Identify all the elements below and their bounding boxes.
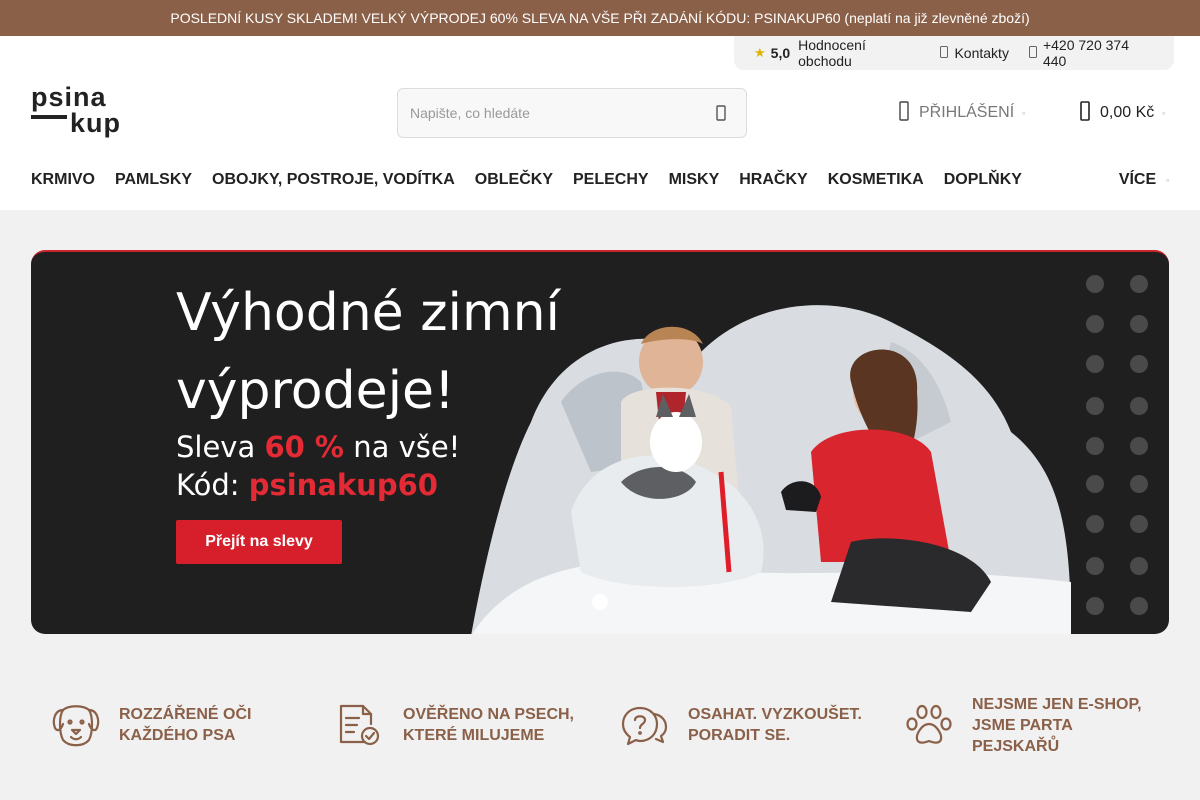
benefit-item: OVĚŘENO NA PSECH, KTERÉ MILUJEME (335, 690, 574, 760)
benefit-line: JSME PARTA (972, 716, 1073, 734)
shopping-bag-icon (1080, 100, 1090, 126)
phone-link[interactable]: +420 720 374 440 (1028, 37, 1154, 69)
benefit-line: KTERÉ MILUJEME (403, 727, 545, 744)
login-button[interactable]: PŘIHLÁŠENÍ ▫ (899, 98, 1025, 128)
benefit-text: NEJSME JEN E-SHOP, JSME PARTA PEJSKAŘŮ (972, 694, 1142, 757)
nav-item-pamlsky[interactable]: PAMLSKY (115, 171, 192, 189)
nav-item-krmivo[interactable]: KRMIVO (31, 171, 95, 189)
hero-code-line: Kód: psinakup60 (176, 466, 460, 504)
question-chat-icon (621, 706, 668, 746)
nav-item-misky[interactable]: MISKY (669, 171, 720, 189)
main-navigation: KRMIVO PAMLSKY OBOJKY, POSTROJE, VODÍTKA… (31, 164, 1169, 196)
nav-item-oblecky[interactable]: OBLEČKY (475, 171, 553, 189)
hero-banner[interactable]: Výhodné zimní výprodeje! Sleva 60 % na v… (31, 250, 1169, 634)
benefit-line: PEJSKAŘŮ (972, 737, 1060, 755)
site-header: ★ 5,0 Hodnocení obchodu Kontakty +420 72… (0, 36, 1200, 210)
chevron-down-icon: ▫ (1022, 108, 1025, 118)
search-box (397, 88, 747, 138)
phone-icon (1028, 45, 1037, 61)
chevron-down-icon: ▫ (1166, 175, 1169, 185)
hero-discount-line: Sleva 60 % na vše! (176, 428, 460, 466)
star-icon: ★ (754, 45, 766, 60)
discount-suffix: na vše! (343, 430, 461, 464)
chevron-down-icon: ▫ (1162, 108, 1166, 118)
hero-photo (471, 305, 1071, 634)
code-prefix: Kód: (176, 468, 249, 502)
contact-icon (940, 45, 949, 61)
nav-item-doplnky[interactable]: DOPLŇKY (944, 171, 1022, 189)
benefit-line: KAŽDÉHO PSA (119, 727, 236, 744)
cart-button[interactable]: 0,00 Kč ▫ (1080, 98, 1165, 128)
carousel-dot[interactable] (592, 594, 608, 610)
benefit-text: ROZZÁŘENÉ OČI KAŽDÉHO PSA (119, 704, 251, 746)
nav-more-label: VÍCE (1118, 171, 1157, 188)
benefit-line: OVĚŘENO NA PSECH, (403, 706, 574, 723)
discount-prefix: Sleva (176, 430, 265, 464)
benefit-line: ROZZÁŘENÉ OČI (119, 706, 252, 723)
discount-value: 60 % (264, 430, 344, 464)
benefit-text: OVĚŘENO NA PSECH, KTERÉ MILUJEME (403, 704, 574, 746)
login-label: PŘIHLÁŠENÍ (919, 104, 1015, 121)
benefit-item: OSAHAT. VYZKOUŠET. PORADIT SE. (620, 690, 862, 760)
shop-rating-link[interactable]: ★ 5,0 Hodnocení obchodu (754, 37, 920, 69)
logo-line-2: kup (70, 108, 122, 138)
announcement-bar: POSLEDNÍ KUSY SKLADEM! VELKÝ VÝPRODEJ 60… (0, 0, 1200, 36)
logo-line-1: psina (31, 82, 107, 112)
dog-breeds-pattern (1086, 275, 1148, 615)
hero-cta-button[interactable]: Přejít na slevy (176, 520, 342, 564)
benefits-strip: ROZZÁŘENÉ OČI KAŽDÉHO PSA OVĚŘENO NA PSE… (31, 690, 1169, 760)
benefit-line: OSAHAT. VYZKOUŠET. (688, 706, 862, 723)
phone-number: +420 720 374 440 (1042, 37, 1129, 69)
user-icon (899, 100, 909, 126)
search-icon[interactable] (696, 89, 746, 137)
rating-label: Hodnocení obchodu (798, 37, 866, 69)
nav-item-obojky[interactable]: OBOJKY, POSTROJE, VODÍTKA (212, 171, 455, 189)
dog-face-icon (52, 705, 100, 747)
benefit-item: NEJSME JEN E-SHOP, JSME PARTA PEJSKAŘŮ (904, 690, 1142, 760)
announcement-text: POSLEDNÍ KUSY SKLADEM! VELKÝ VÝPRODEJ 60… (170, 10, 1030, 26)
contacts-link[interactable]: Kontakty (940, 45, 1009, 61)
cart-total: 0,00 Kč (1100, 104, 1155, 121)
benefit-line: NEJSME JEN E-SHOP, (972, 695, 1142, 713)
nav-item-kosmetika[interactable]: KOSMETIKA (828, 171, 924, 189)
benefit-line: PORADIT SE. (688, 727, 791, 744)
contacts-label: Kontakty (954, 45, 1009, 61)
nav-item-pelechy[interactable]: PELECHY (573, 171, 649, 189)
benefit-text: OSAHAT. VYZKOUŠET. PORADIT SE. (688, 704, 862, 746)
info-bar: ★ 5,0 Hodnocení obchodu Kontakty +420 72… (734, 36, 1174, 70)
logo-bar (31, 115, 67, 119)
code-value: psinakup60 (248, 468, 438, 502)
site-logo[interactable]: psina kup (31, 83, 127, 143)
rating-value: 5,0 (770, 45, 791, 61)
nav-more-button[interactable]: VÍCE ▫ (1119, 164, 1169, 196)
nav-item-hracky[interactable]: HRAČKY (739, 171, 807, 189)
paw-icon (906, 704, 952, 744)
checklist-icon (339, 704, 380, 746)
hero-promo: Sleva 60 % na vše! Kód: psinakup60 (176, 428, 460, 504)
benefit-item: ROZZÁŘENÉ OČI KAŽDÉHO PSA (51, 690, 251, 760)
search-input[interactable] (398, 89, 696, 137)
